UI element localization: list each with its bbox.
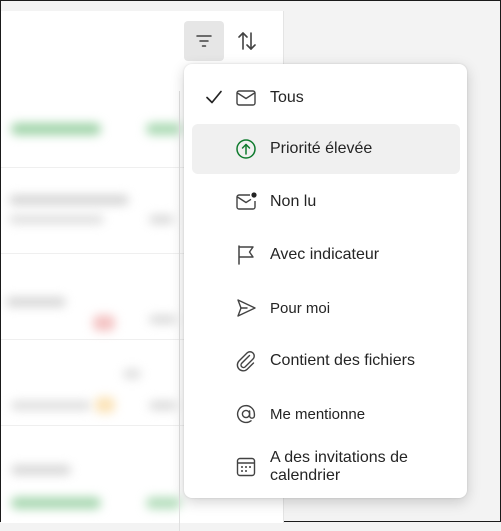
filter-item-label: Non lu	[270, 193, 317, 210]
filter-item-label: Tous	[270, 89, 304, 106]
filter-item-all[interactable]: Tous	[192, 73, 460, 123]
list-header	[1, 11, 283, 67]
mail-unread-icon	[236, 192, 257, 210]
filter-item-label: Me mentionne	[270, 405, 366, 423]
send-icon	[237, 299, 256, 317]
filter-item-high-priority[interactable]: Priorité élevée	[192, 124, 460, 174]
filter-item-label: Avec indicateur	[270, 246, 380, 263]
attachment-icon	[236, 351, 255, 372]
filter-item-flagged[interactable]: Avec indicateur	[192, 230, 460, 280]
mail-icon	[236, 90, 256, 106]
checkmark-icon	[206, 90, 222, 104]
filter-button[interactable]	[184, 21, 224, 61]
filter-menu: Tous Priorité élevée Non lu Avec indicat…	[184, 64, 467, 498]
mention-icon	[236, 405, 256, 424]
filter-item-calendar-invites[interactable]: A des invitations de calendrier	[192, 442, 460, 492]
filter-item-label: Pour moi	[270, 299, 331, 317]
filter-item-label: Contient des fichiers	[270, 352, 415, 369]
sort-icon	[238, 32, 256, 50]
filter-icon	[196, 35, 212, 47]
filter-item-mentions-me[interactable]: Me mentionne	[192, 389, 460, 439]
filter-item-to-me[interactable]: Pour moi	[192, 283, 460, 333]
sort-button[interactable]	[227, 21, 267, 61]
filter-item-label: A des invitations de calendrier	[270, 449, 408, 484]
filter-item-label: Priorité élevée	[270, 140, 373, 157]
arrow-up-circle-icon	[236, 139, 256, 159]
calendar-icon	[236, 457, 256, 477]
filter-item-has-files[interactable]: Contient des fichiers	[192, 336, 460, 386]
filter-item-unread[interactable]: Non lu	[192, 177, 460, 227]
flag-icon	[238, 245, 254, 265]
